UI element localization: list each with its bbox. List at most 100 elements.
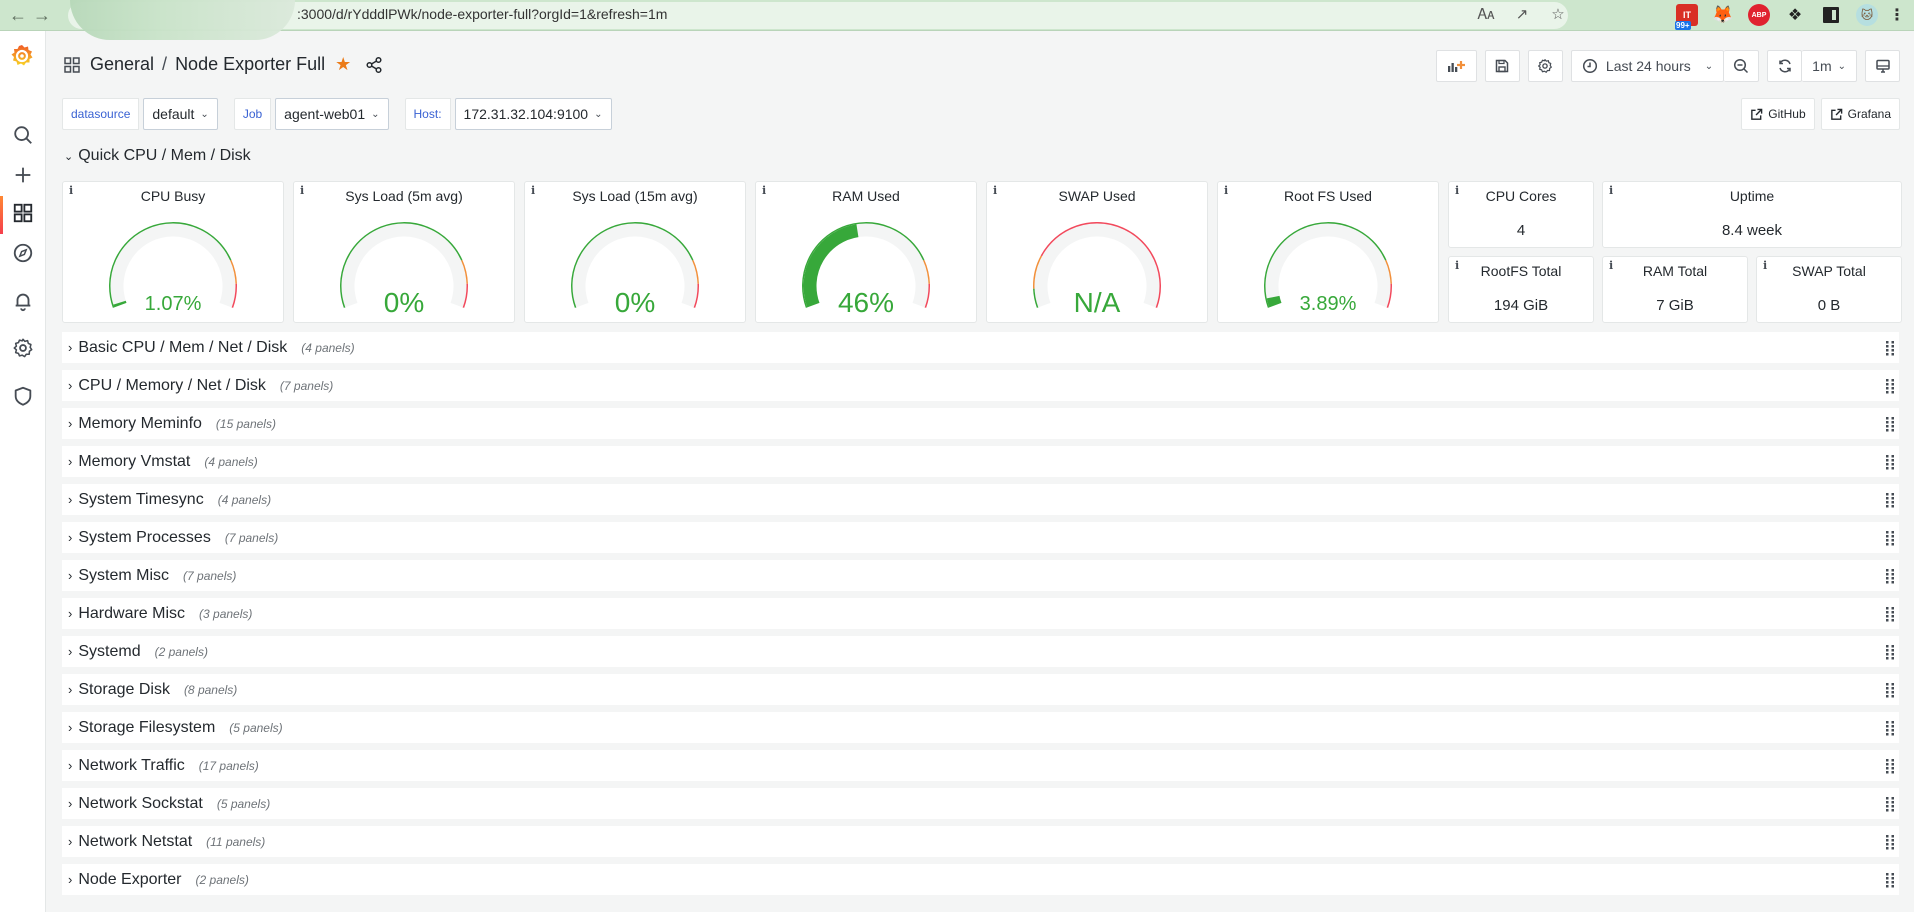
gauge-panel-sys-load-5m-avg: i Sys Load (5m avg) 0% — [293, 181, 515, 323]
metamask-fox-icon[interactable]: 🦊 — [1712, 4, 1734, 26]
time-range-picker[interactable]: Last 24 hours ⌄ — [1570, 50, 1725, 82]
stat-value: 7 GiB — [1656, 297, 1694, 314]
row-storage-disk[interactable]: › Storage Disk (8 panels) — [62, 674, 1899, 705]
bookmark-star-icon[interactable]: ☆ — [1548, 5, 1568, 25]
drag-handle-icon[interactable] — [1885, 530, 1895, 546]
forward-arrow-icon[interactable]: → — [32, 5, 52, 25]
row-node-exporter[interactable]: › Node Exporter (2 panels) — [62, 864, 1899, 895]
panel-title: Uptime — [1729, 188, 1775, 204]
row-panel-count: (17 panels) — [198, 758, 259, 773]
drag-handle-icon[interactable] — [1885, 378, 1895, 394]
row-panel-count: (4 panels) — [217, 492, 272, 507]
drag-handle-icon[interactable] — [1885, 416, 1895, 432]
variable-select-host[interactable]: 172.31.32.104:9100 ⌄ — [454, 98, 612, 130]
sidebar — [0, 31, 46, 912]
link-github[interactable]: GitHub — [1741, 98, 1815, 130]
breadcrumb: General / Node Exporter Full ★ — [64, 54, 383, 75]
sidebar-item-search[interactable] — [0, 118, 46, 152]
row-memory-meminfo[interactable]: › Memory Meminfo (15 panels) — [62, 408, 1899, 439]
zoom-out-time-button[interactable] — [1724, 50, 1760, 82]
variable-value: default — [152, 106, 195, 122]
drag-handle-icon[interactable] — [1885, 606, 1895, 622]
drag-handle-icon[interactable] — [1885, 834, 1895, 850]
url-text[interactable]: :3000/d/rYdddlPWk/node-exporter-full?org… — [297, 6, 667, 22]
chevron-right-icon: › — [68, 568, 73, 583]
page-title[interactable]: Node Exporter Full — [175, 54, 325, 75]
extensions-puzzle-icon[interactable]: ❖ — [1784, 4, 1806, 26]
profile-avatar-icon[interactable]: 🐱 — [1856, 4, 1878, 26]
sidebar-item-server-admin[interactable] — [0, 379, 46, 413]
sidebar-item-explore[interactable] — [0, 236, 46, 270]
variable-select-datasource[interactable]: default ⌄ — [143, 98, 218, 130]
cycle-view-mode-button[interactable] — [1865, 50, 1900, 82]
back-arrow-icon[interactable]: ← — [8, 5, 28, 25]
browser-menu-icon[interactable]: ⋮ — [1889, 4, 1905, 26]
sidebar-item-configuration[interactable] — [0, 331, 46, 365]
shield-icon — [14, 386, 32, 406]
share-page-icon[interactable]: ↗ — [1512, 5, 1532, 25]
row-system-processes[interactable]: › System Processes (7 panels) — [62, 522, 1899, 553]
star-favorite-icon[interactable]: ★ — [335, 54, 351, 75]
variable-select-job[interactable]: agent-web01 ⌄ — [275, 98, 389, 130]
search-icon — [14, 126, 32, 144]
drag-handle-icon[interactable] — [1885, 796, 1895, 812]
drag-handle-icon[interactable] — [1885, 758, 1895, 774]
extension-badge: 99+ — [1675, 21, 1691, 30]
chevron-right-icon: › — [68, 834, 73, 849]
drag-handle-icon[interactable] — [1885, 872, 1895, 888]
variable-label-host: Host: — [404, 98, 451, 130]
gauge-value-band — [113, 300, 127, 308]
link-grafana[interactable]: Grafana — [1820, 98, 1900, 130]
row-hardware-misc[interactable]: › Hardware Misc (3 panels) — [62, 598, 1899, 629]
drag-handle-icon[interactable] — [1885, 644, 1895, 660]
row-quick-cpu-mem-disk[interactable]: ⌄ Quick CPU / Mem / Disk — [64, 147, 251, 165]
sidebar-item-alerting[interactable] — [0, 284, 46, 318]
row-cpu-memory-net-disk[interactable]: › CPU / Memory / Net / Disk (7 panels) — [62, 370, 1899, 401]
drag-handle-icon[interactable] — [1885, 720, 1895, 736]
gauge: 0% — [571, 222, 699, 318]
drag-handle-icon[interactable] — [1885, 492, 1895, 508]
chevron-down-icon: ⌄ — [1837, 60, 1846, 72]
extension-it-icon[interactable]: IT 99+ — [1675, 4, 1698, 30]
row-systemd[interactable]: › Systemd (2 panels) — [62, 636, 1899, 667]
sidebar-item-dashboards[interactable] — [0, 196, 46, 234]
row-network-sockstat[interactable]: › Network Sockstat (5 panels) — [62, 788, 1899, 819]
grafana-logo-icon[interactable] — [9, 43, 35, 69]
drag-handle-icon[interactable] — [1885, 568, 1895, 584]
refresh-interval-picker[interactable]: 1m ⌄ — [1802, 50, 1857, 82]
compass-icon — [13, 243, 33, 263]
panel-title: RAM Used — [832, 188, 900, 204]
row-network-netstat[interactable]: › Network Netstat (11 panels) — [62, 826, 1899, 857]
row-network-traffic[interactable]: › Network Traffic (17 panels) — [62, 750, 1899, 781]
row-panel-count: (11 panels) — [206, 834, 266, 849]
side-panel-icon[interactable] — [1820, 4, 1842, 26]
adblock-icon[interactable]: ABP — [1748, 4, 1770, 26]
collapsed-rows: › Basic CPU / Mem / Net / Disk (4 panels) ›… — [62, 332, 1899, 902]
save-dashboard-button[interactable] — [1484, 50, 1520, 82]
breadcrumb-folder[interactable]: General — [90, 54, 154, 75]
panel-title: RAM Total — [1642, 263, 1708, 279]
dashboard-settings-button[interactable] — [1527, 50, 1563, 82]
stat-panel-rootfs-total: i RootFS Total 194 GiB — [1448, 256, 1594, 323]
panel-title: Sys Load (5m avg) — [345, 188, 463, 204]
gauge-panel-ram-used: i RAM Used 46% — [755, 181, 977, 323]
row-storage-filesystem[interactable]: › Storage Filesystem (5 panels) — [62, 712, 1899, 743]
translate-icon[interactable]: 🗛 — [1476, 5, 1496, 25]
drag-handle-icon[interactable] — [1885, 454, 1895, 470]
refresh-button[interactable] — [1767, 50, 1803, 82]
drag-handle-icon[interactable] — [1885, 340, 1895, 356]
share-icon[interactable] — [365, 56, 383, 74]
row-title: Network Netstat — [78, 832, 193, 850]
row-panel-count: (4 panels) — [204, 454, 258, 469]
row-basic-cpu-mem-net-disk[interactable]: › Basic CPU / Mem / Net / Disk (4 panels) — [62, 332, 1899, 363]
sidebar-item-create[interactable] — [0, 158, 46, 192]
row-system-misc[interactable]: › System Misc (7 panels) — [62, 560, 1899, 591]
row-system-timesync[interactable]: › System Timesync (4 panels) — [62, 484, 1899, 515]
row-panel-count: (5 panels) — [216, 796, 271, 811]
chevron-right-icon: › — [68, 682, 73, 697]
link-label: Grafana — [1847, 107, 1891, 121]
drag-handle-icon[interactable] — [1885, 682, 1895, 698]
row-memory-vmstat[interactable]: › Memory Vmstat (4 panels) — [62, 446, 1899, 477]
chevron-right-icon: › — [68, 720, 73, 735]
add-panel-button[interactable] — [1435, 50, 1477, 82]
